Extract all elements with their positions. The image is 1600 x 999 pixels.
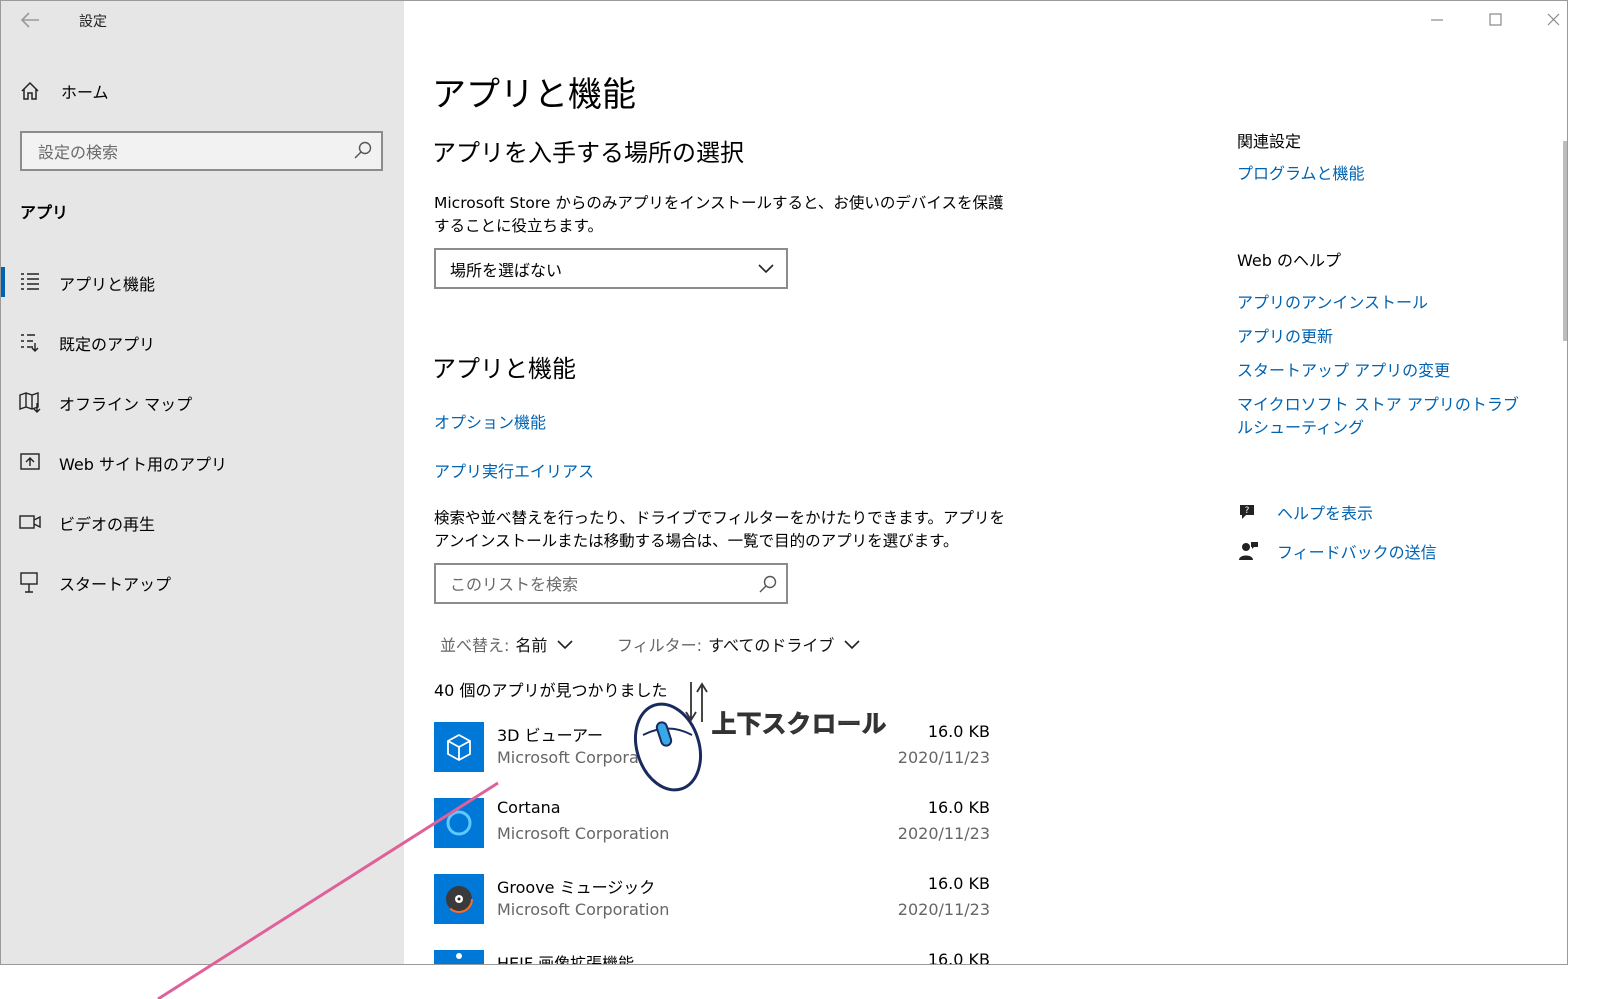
filter-label: フィルター: — [617, 636, 703, 655]
cortana-ring-icon — [446, 810, 472, 836]
help-chat-icon: ? — [1240, 505, 1254, 519]
execution-alias-link[interactable]: アプリ実行エイリアス — [434, 458, 594, 482]
get-help-row[interactable]: ? ヘルプを表示 — [1237, 500, 1373, 524]
app-tile — [434, 874, 484, 924]
app-publisher: Microsoft Corporation — [497, 900, 670, 919]
cube-icon — [447, 733, 471, 762]
uninstall-apps-link[interactable]: アプリのアンインストール — [1237, 291, 1527, 314]
chevron-down-icon — [844, 640, 860, 650]
window-title: 設定 — [79, 14, 107, 30]
app-list-item[interactable]: HEIF 画像拡張機能 16.0 KB — [434, 950, 990, 965]
sort-value: 名前 — [515, 636, 548, 655]
sidebar: 設定 ホーム アプリ アプリと機能 既定のアプリ オフ — [1, 1, 404, 964]
sidebar-item-website-apps[interactable]: Web サイト用のアプリ — [1, 433, 404, 493]
app-list-search-input[interactable] — [448, 565, 752, 604]
programs-features-link[interactable]: プログラムと機能 — [1237, 162, 1527, 185]
maximize-button[interactable] — [1481, 9, 1509, 31]
dropdown-value: 場所を選ばない — [450, 260, 563, 280]
video-icon — [19, 515, 41, 529]
sidebar-item-apps-features[interactable]: アプリと機能 — [1, 253, 404, 313]
main-content: アプリと機能 アプリを入手する場所の選択 Microsoft Store からの… — [404, 1, 1567, 964]
app-tile — [434, 722, 484, 772]
sidebar-item-video-playback[interactable]: ビデオの再生 — [1, 493, 404, 553]
close-button[interactable] — [1539, 9, 1567, 31]
app-name: HEIF 画像拡張機能 — [497, 954, 635, 965]
sidebar-item-offline-maps[interactable]: オフライン マップ — [1, 373, 404, 433]
app-publisher: Microsoft Corporation — [497, 748, 670, 767]
groove-disc-icon — [445, 885, 473, 913]
app-name: Groove ミュージック — [497, 878, 656, 897]
apps-list-icon — [21, 273, 39, 290]
feedback-link[interactable]: フィードバックの送信 — [1277, 539, 1437, 563]
svg-text:?: ? — [1245, 506, 1250, 516]
feedback-row[interactable]: フィードバックの送信 — [1237, 539, 1437, 563]
filter-dropdown[interactable]: フィルター: すべてのドライブ — [617, 632, 860, 656]
related-settings-heading: 関連設定 — [1237, 132, 1302, 151]
sort-dropdown[interactable]: 並べ替え: 名前 — [440, 632, 573, 656]
website-apps-icon — [20, 453, 40, 470]
active-indicator — [1, 267, 5, 297]
chevron-down-icon — [557, 640, 573, 650]
sidebar-item-label: スタートアップ — [59, 575, 172, 594]
sidebar-item-default-apps[interactable]: 既定のアプリ — [1, 313, 404, 373]
install-source-description: Microsoft Store からのみアプリをインストールすると、お使いのデバ… — [434, 194, 1004, 235]
sort-label: 並べ替え: — [440, 636, 510, 655]
app-list-item[interactable]: Groove ミュージック Microsoft Corporation 16.0… — [434, 874, 990, 928]
heif-icon — [456, 953, 462, 959]
sidebar-item-label: 既定のアプリ — [59, 335, 156, 354]
app-size: 16.0 KB — [927, 950, 990, 965]
apps-features-heading: アプリと機能 — [432, 355, 576, 383]
back-arrow-icon[interactable] — [19, 9, 43, 33]
scrollbar[interactable] — [1563, 141, 1567, 341]
app-publisher: Microsoft Corporation — [497, 824, 670, 843]
app-date: 2020/11/23 — [897, 824, 990, 843]
home-icon — [21, 81, 39, 100]
app-size: 16.0 KB — [927, 722, 990, 741]
filter-value: すべてのドライブ — [708, 636, 835, 655]
get-help-link[interactable]: ヘルプを表示 — [1277, 500, 1373, 524]
optional-features-link[interactable]: オプション機能 — [434, 409, 546, 433]
store-troubleshoot-link[interactable]: マイクロソフト ストア アプリのトラブルシューティング — [1237, 393, 1527, 439]
app-size: 16.0 KB — [927, 874, 990, 893]
offline-map-icon — [19, 392, 41, 413]
install-source-dropdown[interactable]: 場所を選ばない — [434, 248, 788, 289]
app-tile — [434, 798, 484, 848]
app-date: 2020/11/23 — [897, 748, 990, 767]
settings-window: 設定 ホーム アプリ アプリと機能 既定のアプリ オフ — [0, 0, 1568, 965]
web-help-heading: Web のヘルプ — [1237, 251, 1341, 270]
app-date: 2020/11/23 — [897, 900, 990, 919]
sidebar-item-label: Web サイト用のアプリ — [59, 455, 227, 474]
scroll-instruction-label: 上下スクロール — [711, 709, 887, 738]
search-icon[interactable] — [353, 140, 373, 160]
sidebar-item-startup[interactable]: スタートアップ — [1, 553, 404, 613]
settings-search-input[interactable] — [36, 133, 340, 171]
app-name: Cortana — [497, 798, 561, 817]
minimize-button[interactable] — [1423, 9, 1451, 31]
update-apps-link[interactable]: アプリの更新 — [1237, 325, 1527, 348]
app-count: 40 個のアプリが見つかりました — [434, 681, 668, 700]
app-list-search-box[interactable] — [434, 563, 788, 604]
search-icon[interactable] — [758, 574, 778, 594]
page-title: アプリと機能 — [432, 75, 636, 115]
sidebar-nav: アプリと機能 既定のアプリ オフライン マップ Web サイト用のアプリ ビデオ — [1, 253, 404, 613]
app-list-item[interactable]: Cortana Microsoft Corporation 16.0 KB 20… — [434, 798, 990, 852]
default-apps-icon — [21, 334, 39, 352]
app-tile — [434, 950, 484, 964]
home-label: ホーム — [61, 83, 109, 102]
sidebar-item-label: アプリと機能 — [59, 275, 156, 294]
home-nav-item[interactable]: ホーム — [19, 79, 109, 103]
install-source-heading: アプリを入手する場所の選択 — [432, 139, 744, 167]
sidebar-item-label: ビデオの再生 — [59, 515, 156, 534]
app-name: 3D ビューアー — [497, 726, 603, 745]
startup-apps-link[interactable]: スタートアップ アプリの変更 — [1237, 359, 1527, 382]
feedback-person-icon — [1239, 542, 1258, 560]
apps-description: 検索や並べ替えを行ったり、ドライブでフィルターをかけたりできます。アプリをアンイ… — [434, 509, 1006, 550]
startup-icon — [20, 572, 38, 593]
section-title: アプリ — [20, 203, 69, 222]
chevron-down-icon — [758, 264, 774, 274]
app-size: 16.0 KB — [927, 798, 990, 817]
sidebar-item-label: オフライン マップ — [59, 395, 193, 414]
settings-search-box[interactable] — [20, 131, 383, 171]
